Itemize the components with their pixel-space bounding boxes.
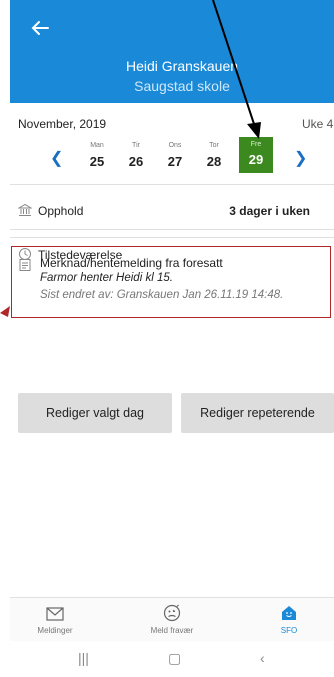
day-date: 29	[248, 152, 264, 167]
day-thu[interactable]: Tor 28	[197, 142, 231, 169]
arrow-left-icon[interactable]	[28, 16, 52, 40]
bank-icon	[18, 203, 32, 216]
day-name: Man	[90, 142, 104, 149]
next-week-button[interactable]: ❯	[294, 148, 307, 168]
opphold-label: Opphold	[38, 204, 84, 218]
recent-apps-button[interactable]: |||	[78, 650, 89, 666]
tab-meldinger[interactable]: Meldinger	[10, 598, 100, 642]
day-date: 26	[128, 154, 144, 169]
day-name: Fre	[250, 141, 262, 148]
edit-repeating-button[interactable]: Rediger repeterende	[181, 393, 334, 433]
divider	[10, 237, 334, 238]
school-name: Saugstad skole	[134, 78, 230, 94]
tab-bar: Meldinger Meld fravær SFO	[10, 597, 334, 641]
note-highlight-box	[11, 246, 331, 318]
tab-label: Meld fravær	[150, 626, 194, 635]
tab-label: SFO	[280, 626, 298, 635]
divider	[10, 229, 334, 230]
edit-selected-day-button[interactable]: Rediger valgt dag	[18, 393, 172, 433]
sick-face-icon	[163, 604, 181, 622]
previous-week-button[interactable]: ❮	[50, 148, 63, 168]
day-tue[interactable]: Tir 26	[119, 142, 153, 169]
screenshot-frame: Heidi Granskauen Saugstad skole November…	[0, 0, 334, 677]
house-icon	[282, 606, 296, 620]
day-date: 28	[206, 154, 222, 169]
app-screen: Heidi Granskauen Saugstad skole November…	[10, 0, 334, 677]
day-date: 27	[167, 154, 183, 169]
day-name: Tir	[132, 142, 140, 149]
day-name: Ons	[168, 142, 182, 149]
month-label: November, 2019	[18, 117, 107, 131]
envelope-icon	[46, 607, 64, 621]
annotation-arrow-head-red	[0, 306, 10, 317]
day-fri-selected[interactable]: Fre 29	[239, 137, 273, 173]
back-button[interactable]: ‹	[260, 650, 265, 666]
home-button[interactable]: ▢	[168, 650, 181, 667]
tab-label: Meldinger	[37, 626, 73, 635]
tab-sfo[interactable]: SFO	[244, 598, 334, 642]
child-name: Heidi Granskauen	[125, 58, 239, 74]
day-wed[interactable]: Ons 27	[158, 142, 192, 169]
divider	[10, 184, 334, 185]
system-navigation-bar: ||| ▢ ‹	[10, 641, 334, 677]
app-header: Heidi Granskauen Saugstad skole	[10, 0, 334, 103]
week-label: Uke 48	[302, 117, 334, 131]
opphold-value: 3 dager i uken	[229, 204, 310, 218]
day-mon[interactable]: Man 25	[80, 142, 114, 169]
day-date: 25	[89, 154, 105, 169]
tab-meld-fravaer[interactable]: Meld fravær	[127, 598, 217, 642]
day-name: Tor	[209, 142, 219, 149]
